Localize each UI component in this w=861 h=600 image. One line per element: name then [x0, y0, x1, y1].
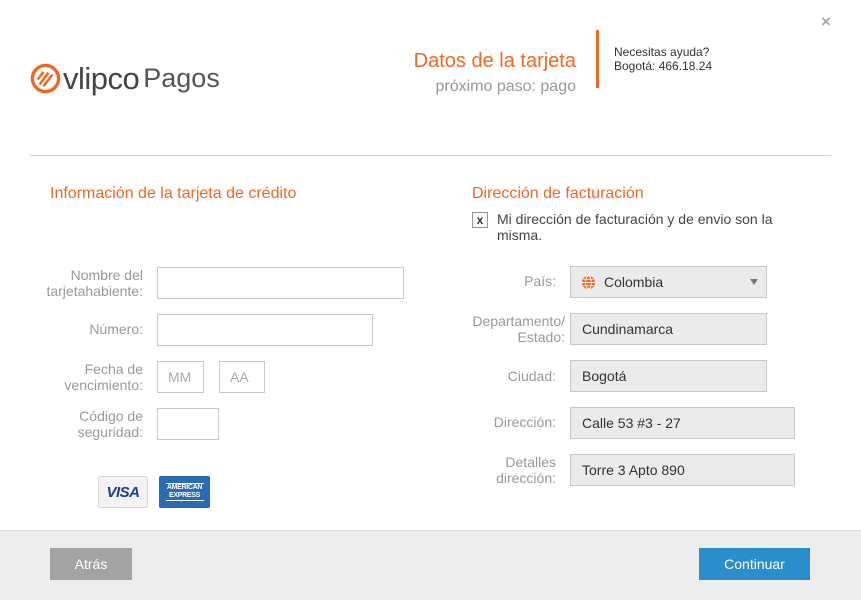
- state-label-line2: Estado:: [517, 329, 565, 345]
- country-value: Colombia: [604, 274, 664, 290]
- state-label: Departamento/ Estado:: [455, 313, 565, 345]
- expiry-label-line1: Fecha de: [84, 361, 143, 377]
- expiry-year-input[interactable]: AA: [219, 361, 265, 393]
- city-input[interactable]: Bogotá: [570, 360, 767, 392]
- expiry-label: Fecha de vencimiento:: [40, 361, 143, 393]
- state-label-line1: Departamento/: [472, 313, 565, 329]
- amex-line2: EXPRESS: [169, 492, 200, 499]
- details-label-line2: dirección:: [496, 470, 556, 486]
- step-title: Datos de la tarjeta: [413, 50, 576, 72]
- visa-logo: VISA: [98, 476, 148, 508]
- same-address-label: Mi dirección de facturación y de envio s…: [497, 211, 773, 243]
- continue-button[interactable]: Continuar: [699, 548, 810, 580]
- help-phone: Bogotá: 466.18.24: [614, 59, 713, 73]
- expiry-month-input[interactable]: MM: [157, 361, 204, 393]
- expiry-label-line2: vencimiento:: [64, 377, 143, 393]
- address-details-label: Detalles dirección:: [455, 454, 556, 486]
- amex-line1: AMERICAN: [166, 484, 203, 491]
- cvv-label-line1: Código de: [79, 408, 143, 424]
- holder-label-line2: tarjetahabiente:: [46, 283, 143, 299]
- help-question: Necesitas ayuda?: [614, 45, 710, 59]
- card-section-title: Información de la tarjeta de crédito: [50, 185, 297, 202]
- brand-subtitle: Pagos: [143, 62, 220, 93]
- security-code-input[interactable]: [157, 408, 219, 440]
- header-separator: [30, 155, 831, 156]
- same-address-checkbox[interactable]: x: [472, 212, 488, 228]
- header-divider: [596, 30, 599, 88]
- chevron-down-icon: [750, 279, 758, 285]
- amex-logo-text: AMERICAN EXPRESS: [165, 483, 204, 501]
- country-label: País:: [524, 273, 556, 289]
- number-label: Número:: [89, 321, 143, 337]
- close-button[interactable]: ×: [818, 12, 834, 32]
- billing-section-title: Dirección de facturación: [472, 185, 644, 202]
- address-details-input[interactable]: Torre 3 Apto 890: [570, 454, 795, 486]
- city-label: Ciudad:: [507, 368, 556, 384]
- address-input[interactable]: Calle 53 #3 - 27: [570, 407, 795, 439]
- country-select[interactable]: Colombia: [570, 266, 767, 298]
- state-input[interactable]: Cundinamarca: [570, 313, 767, 345]
- holder-label-line1: Nombre del: [70, 267, 143, 283]
- brand-name: vlipco: [63, 60, 140, 96]
- cvv-label-line2: seguridad:: [77, 424, 143, 440]
- holder-name-input[interactable]: [157, 267, 404, 299]
- card-number-input[interactable]: [157, 314, 373, 346]
- next-step-label: próximo paso: pago: [435, 78, 576, 95]
- back-button[interactable]: Atrás: [50, 548, 132, 580]
- vlipco-logo-icon: [30, 63, 61, 93]
- globe-icon: [581, 274, 596, 290]
- details-label-line1: Detalles: [505, 454, 556, 470]
- holder-label: Nombre del tarjetahabiente:: [40, 267, 143, 299]
- address-label: Dirección:: [493, 414, 556, 430]
- cvv-label: Código de seguridad:: [40, 408, 143, 440]
- help-info: Necesitas ayuda? Bogotá: 466.18.24: [614, 45, 712, 73]
- logo: vlipco Pagos: [30, 58, 220, 98]
- amex-logo: AMERICAN EXPRESS: [159, 476, 210, 508]
